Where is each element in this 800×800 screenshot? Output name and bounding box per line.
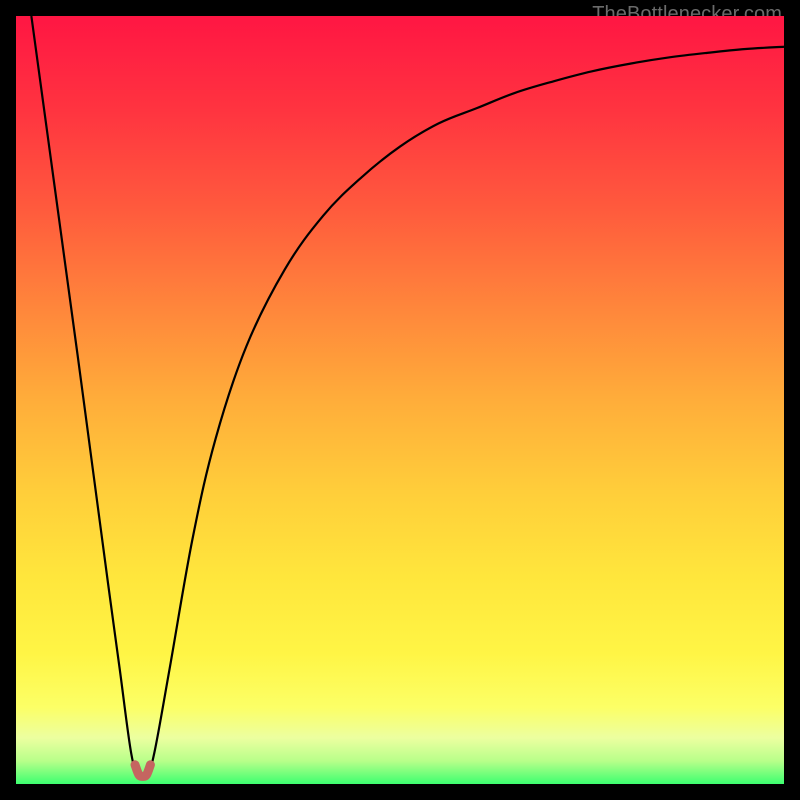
marker-segment-path — [135, 765, 150, 777]
chart-container: TheBottlenecker.com — [16, 16, 784, 784]
chart-curve — [16, 16, 784, 784]
bottleneck-curve-path — [31, 16, 784, 779]
